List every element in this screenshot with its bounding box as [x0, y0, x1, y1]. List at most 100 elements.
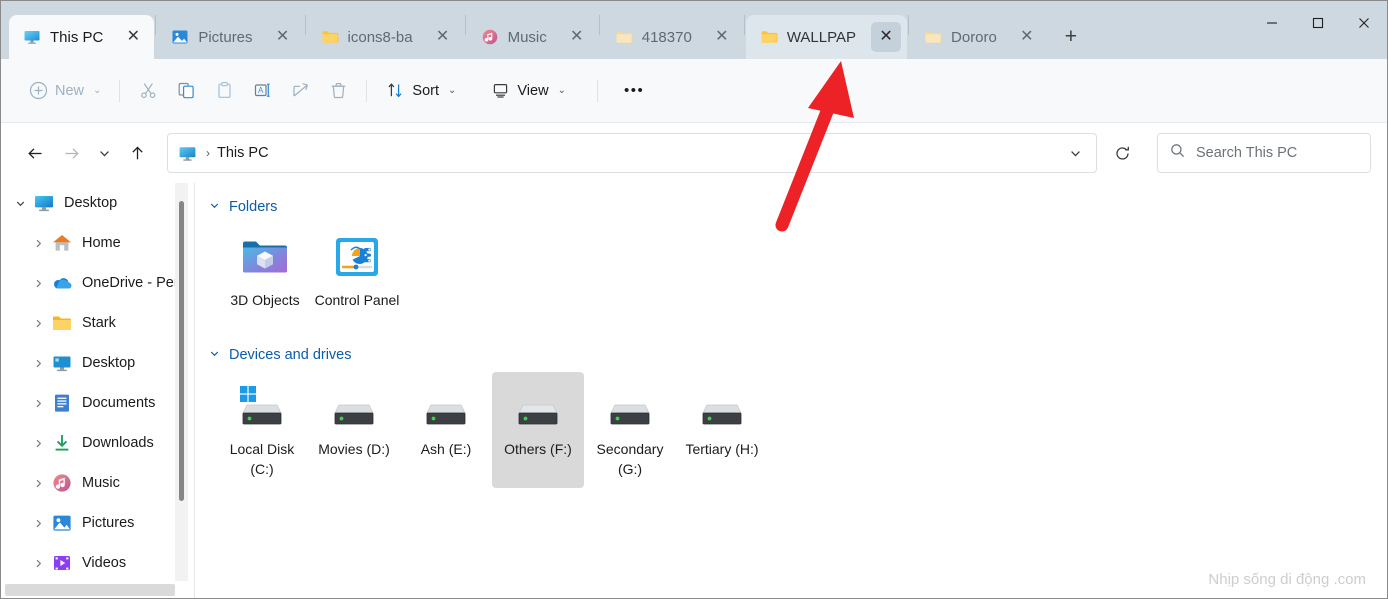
sidebar-item-pictures[interactable]: Pictures	[1, 503, 179, 543]
minimize-button[interactable]	[1249, 1, 1295, 45]
rename-button[interactable]: A	[243, 73, 281, 109]
sidebar-item-desktop-root[interactable]: Desktop	[1, 183, 179, 223]
tab-close-icon[interactable]: ✕	[562, 22, 592, 52]
items-view[interactable]: Folders 3D Objects Control Panel Devices…	[195, 183, 1387, 598]
title-bar: This PC ✕ Pictures ✕ icons8-ba ✕ Music ✕…	[1, 1, 1387, 59]
tab-close-icon[interactable]: ✕	[1012, 22, 1042, 52]
videos-icon	[51, 552, 73, 574]
chevron-right-icon[interactable]	[25, 318, 51, 329]
tab-this-pc[interactable]: This PC ✕	[9, 15, 155, 59]
sort-button[interactable]: Sort ⌄	[376, 73, 465, 109]
tile-ash-e[interactable]: Ash (E:)	[400, 372, 492, 488]
new-tab-button[interactable]: +	[1054, 20, 1088, 54]
new-button-label: New	[55, 82, 85, 99]
search-box[interactable]: Search This PC	[1157, 133, 1371, 173]
sidebar-item-documents[interactable]: Documents	[1, 383, 179, 423]
tab-close-icon[interactable]: ✕	[268, 22, 298, 52]
share-button[interactable]	[281, 73, 319, 109]
sidebar-item-videos[interactable]: Videos	[1, 543, 179, 583]
search-input[interactable]: Search This PC	[1196, 145, 1297, 161]
chevron-right-icon[interactable]	[25, 278, 51, 289]
sidebar-horizontal-scrollbar[interactable]	[5, 584, 175, 596]
drive-icon	[419, 379, 473, 433]
up-button[interactable]	[119, 135, 155, 171]
tab-icons8-ba[interactable]: icons8-ba ✕	[307, 15, 464, 59]
cut-button[interactable]	[129, 73, 167, 109]
delete-button[interactable]	[319, 73, 357, 109]
tile-label: Others (F:)	[504, 440, 572, 457]
close-button[interactable]	[1341, 1, 1387, 45]
drive-icon	[327, 379, 381, 433]
scissors-icon	[138, 81, 158, 101]
tile-label: Local Disk (C:)	[229, 440, 295, 477]
forward-button[interactable]	[53, 135, 89, 171]
view-button-label: View	[517, 82, 549, 99]
refresh-button[interactable]	[1101, 133, 1143, 173]
sidebar-item-onedrive[interactable]: OneDrive - Per	[1, 263, 179, 303]
tab-separator	[908, 15, 910, 35]
tab-music[interactable]: Music ✕	[467, 15, 598, 59]
chevron-right-icon[interactable]	[25, 518, 51, 529]
chevron-right-icon[interactable]	[25, 558, 51, 569]
sidebar-item-downloads[interactable]: Downloads	[1, 423, 179, 463]
tile-label: Tertiary (H:)	[685, 440, 759, 457]
tile-label: Movies (D:)	[318, 440, 390, 457]
chevron-down-icon[interactable]	[209, 200, 220, 214]
folders-tile-list: 3D Objects Control Panel	[195, 223, 1387, 319]
tab-dororo[interactable]: Dororo ✕	[910, 15, 1048, 59]
copy-button[interactable]	[167, 73, 205, 109]
chevron-down-icon: ⌄	[557, 85, 566, 96]
tile-control-panel[interactable]: Control Panel	[311, 223, 403, 319]
tile-secondary-g[interactable]: Secondary (G:)	[584, 372, 676, 488]
sidebar-item-stark[interactable]: Stark	[1, 303, 179, 343]
group-header-folders[interactable]: Folders	[195, 183, 1387, 215]
see-more-button[interactable]: •••	[615, 73, 653, 109]
tab-close-icon[interactable]: ✕	[118, 22, 148, 52]
sidebar-vertical-scrollbar[interactable]	[175, 183, 188, 581]
back-button[interactable]	[17, 135, 53, 171]
tile-label: Ash (E:)	[420, 440, 472, 457]
chevron-right-icon[interactable]	[25, 478, 51, 489]
sidebar-item-home[interactable]: Home	[1, 223, 179, 263]
tab-label: 418370	[641, 28, 692, 46]
view-button[interactable]: View ⌄	[481, 73, 575, 109]
maximize-button[interactable]	[1295, 1, 1341, 45]
group-header-devices[interactable]: Devices and drives	[195, 331, 1387, 363]
address-bar-row: › This PC Search This PC	[1, 123, 1387, 183]
drives-tile-list: Local Disk (C:) Movies (D:) Ash (E:) Oth…	[195, 371, 1387, 488]
tile-others-f[interactable]: Others (F:)	[492, 371, 584, 488]
sidebar-item-desktop[interactable]: Desktop	[1, 343, 179, 383]
view-icon	[490, 81, 510, 101]
tab-close-icon[interactable]: ✕	[428, 22, 458, 52]
recent-locations-button[interactable]	[89, 135, 119, 171]
tab-separator	[464, 15, 466, 35]
group-title: Folders	[229, 199, 278, 215]
tab-wallpaper[interactable]: WALLPAP ✕	[745, 15, 908, 59]
3d-objects-folder-icon	[238, 230, 292, 284]
chevron-right-icon[interactable]	[25, 358, 51, 369]
chevron-right-icon[interactable]	[25, 238, 51, 249]
chevron-down-icon[interactable]	[7, 198, 33, 209]
breadcrumb-this-pc[interactable]: This PC	[217, 145, 269, 161]
sidebar-item-label: OneDrive - Per	[82, 275, 179, 291]
tile-3d-objects[interactable]: 3D Objects	[219, 223, 311, 319]
tab-418370[interactable]: 418370 ✕	[601, 15, 743, 59]
drive-icon	[695, 379, 749, 433]
chevron-down-icon[interactable]	[209, 348, 220, 362]
tab-pictures[interactable]: Pictures ✕	[157, 15, 303, 59]
tab-close-icon[interactable]: ✕	[871, 22, 902, 52]
chevron-right-icon[interactable]	[25, 398, 51, 409]
tab-close-icon[interactable]: ✕	[707, 22, 737, 52]
address-bar[interactable]: › This PC	[167, 133, 1097, 173]
sidebar-vertical-scroll-thumb[interactable]	[179, 201, 184, 501]
control-panel-icon	[330, 230, 384, 284]
tile-movies-d[interactable]: Movies (D:)	[308, 372, 400, 488]
chevron-right-icon[interactable]	[25, 438, 51, 449]
navigation-pane[interactable]: Desktop Home OneDrive - Per Stark Deskto…	[1, 183, 179, 598]
tile-local-disk-c[interactable]: Local Disk (C:)	[216, 372, 308, 488]
paste-button[interactable]	[205, 73, 243, 109]
tile-tertiary-h[interactable]: Tertiary (H:)	[676, 372, 768, 488]
new-button[interactable]: New ⌄	[19, 73, 110, 109]
address-dropdown-button[interactable]	[1060, 137, 1090, 169]
sidebar-item-music[interactable]: Music	[1, 463, 179, 503]
